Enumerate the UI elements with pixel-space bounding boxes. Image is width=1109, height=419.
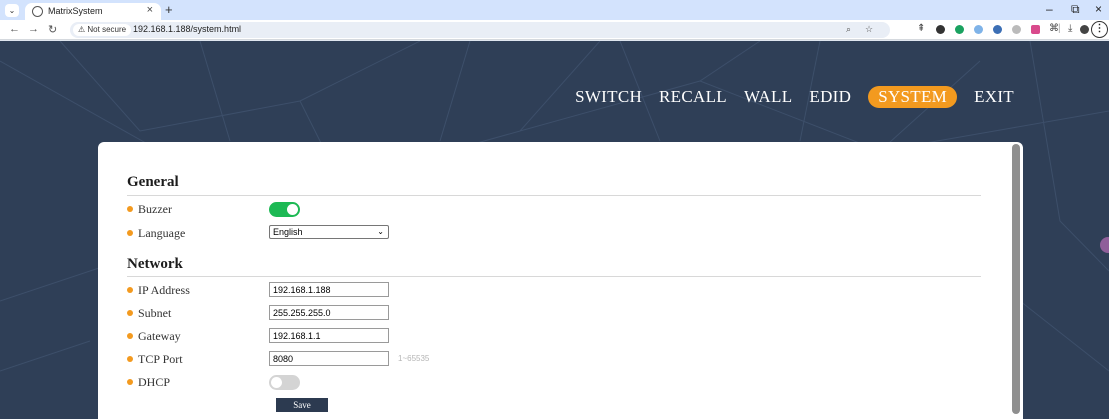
new-tab-button[interactable]: + (165, 2, 173, 17)
gateway-row: Gateway (127, 329, 181, 344)
restore-button[interactable]: ⧉ (1071, 2, 1080, 17)
warning-icon: ⚠ (78, 25, 86, 34)
security-label: Not secure (87, 25, 127, 34)
general-title: General (127, 174, 179, 190)
tab-search-icon[interactable]: ⌄ (5, 4, 19, 17)
language-value: English (273, 227, 303, 237)
subnet-input[interactable] (269, 305, 389, 320)
browser-toolbar: ← → ↻ ⚠ Not secure 192.168.1.188/system.… (0, 20, 1109, 40)
tab-strip: ⌄ MatrixSystem × + – ⧉ × (0, 0, 1109, 20)
extension-icon[interactable] (955, 25, 964, 34)
nav-system[interactable]: SYSTEM (868, 86, 958, 108)
toolbar-divider: | (1058, 23, 1061, 34)
toggle-knob (271, 377, 282, 388)
gateway-input[interactable] (269, 328, 389, 343)
bullet-icon (127, 206, 133, 212)
tcp-port-label: TCP Port (138, 352, 183, 366)
page-background: SWITCH RECALL WALL EDID SYSTEM EXIT Gene… (0, 41, 1109, 419)
buzzer-label: Buzzer (138, 202, 172, 216)
url-text[interactable]: 192.168.1.188/system.html (133, 24, 241, 34)
ip-row: IP Address (127, 283, 190, 298)
extension-puzzle-icon[interactable]: ⇞ (917, 23, 925, 34)
back-icon[interactable]: ← (9, 23, 20, 35)
subnet-label: Subnet (138, 306, 172, 320)
minimize-button[interactable]: – (1046, 2, 1053, 16)
panel-scrollbar[interactable] (1012, 144, 1020, 414)
bullet-icon (127, 287, 133, 293)
main-nav: SWITCH RECALL WALL EDID SYSTEM EXIT (575, 86, 1014, 108)
bullet-icon (127, 356, 133, 362)
floating-widget-icon[interactable] (1100, 237, 1109, 253)
nav-exit[interactable]: EXIT (974, 87, 1014, 107)
dhcp-toggle[interactable] (269, 375, 300, 390)
buzzer-toggle[interactable] (269, 202, 300, 217)
subnet-row: Subnet (127, 306, 171, 321)
section-divider (127, 195, 981, 196)
favicon-icon (32, 6, 43, 17)
tab-title: MatrixSystem (48, 6, 103, 16)
profile-icon[interactable] (1080, 25, 1089, 34)
extension-icon[interactable] (1012, 25, 1021, 34)
bullet-icon (127, 379, 133, 385)
ip-label: IP Address (138, 283, 190, 297)
bullet-icon (127, 333, 133, 339)
download-icon[interactable]: ⤓ (1068, 23, 1072, 34)
ip-address-input[interactable] (269, 282, 389, 297)
reload-icon[interactable]: ↻ (48, 23, 57, 36)
nav-wall[interactable]: WALL (744, 87, 792, 107)
settings-panel: General Buzzer Language English ⌄ Networ… (98, 142, 1023, 419)
address-bar[interactable]: ⚠ Not secure 192.168.1.188/system.html ⌕… (70, 22, 890, 38)
bullet-icon (127, 310, 133, 316)
extension-icon[interactable] (993, 25, 1002, 34)
security-chip[interactable]: ⚠ Not secure (73, 24, 132, 36)
tcp-port-input[interactable] (269, 351, 389, 366)
close-window-button[interactable]: × (1095, 2, 1102, 16)
language-row: Language (127, 226, 185, 241)
network-title: Network (127, 256, 183, 272)
forward-icon[interactable]: → (28, 23, 39, 35)
dhcp-label: DHCP (138, 375, 171, 389)
nav-edid[interactable]: EDID (809, 87, 851, 107)
dhcp-row: DHCP (127, 375, 170, 390)
gateway-label: Gateway (138, 329, 181, 343)
language-select[interactable]: English ⌄ (269, 225, 389, 239)
nav-switch[interactable]: SWITCH (575, 87, 642, 107)
buzzer-row: Buzzer (127, 202, 172, 217)
extension-icon[interactable] (936, 25, 945, 34)
tcp-port-hint: 1~65535 (398, 354, 430, 363)
extension-icon[interactable] (974, 25, 983, 34)
zoom-icon[interactable]: ⌕ (846, 24, 851, 35)
language-label: Language (138, 226, 186, 240)
tab-close-icon[interactable]: × (147, 4, 153, 16)
section-divider (127, 276, 981, 277)
bullet-icon (127, 230, 133, 236)
save-button[interactable]: Save (276, 398, 328, 412)
toggle-knob (287, 204, 298, 215)
bookmark-star-icon[interactable]: ☆ (865, 24, 873, 35)
chevron-down-icon: ⌄ (377, 227, 384, 236)
menu-icon[interactable]: ⋮ (1091, 21, 1108, 38)
tcp-port-row: TCP Port (127, 352, 183, 367)
nav-recall[interactable]: RECALL (659, 87, 727, 107)
browser-tab[interactable]: MatrixSystem × (25, 3, 161, 20)
extension-icon[interactable] (1031, 25, 1040, 34)
